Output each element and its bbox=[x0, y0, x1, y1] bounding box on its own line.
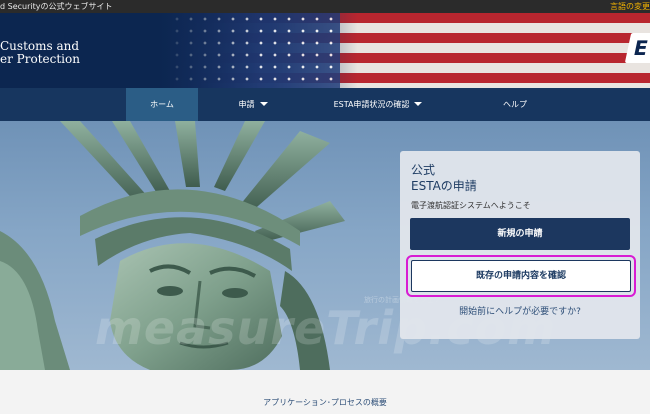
top-utility-bar: d Securityの公式ウェブサイト 言語の変更 bbox=[0, 0, 650, 13]
new-application-button[interactable]: 新規の申請 bbox=[410, 218, 630, 250]
chevron-down-icon bbox=[259, 102, 268, 106]
card-subtitle: 電子渡航認証システムへようこそ bbox=[411, 201, 531, 210]
site-header: Customs and er Protection E bbox=[0, 13, 650, 88]
process-overview-section: アプリケーション･プロセスの概要 bbox=[0, 370, 650, 414]
nav-item-apply[interactable]: 申請 bbox=[222, 88, 284, 121]
esta-logo[interactable]: E bbox=[624, 33, 650, 63]
change-language-link[interactable]: 言語の変更 bbox=[610, 0, 650, 13]
application-process-overview-link[interactable]: アプリケーション･プロセスの概要 bbox=[0, 397, 650, 408]
nav-item-label: 申請 bbox=[238, 100, 255, 109]
check-existing-application-button[interactable]: 既存の申請内容を確認 bbox=[411, 260, 631, 292]
nav-item-label: ESTA申請状況の確認 bbox=[333, 100, 410, 109]
nav-item-help[interactable]: ヘルプ bbox=[490, 88, 540, 121]
esta-logo-letter: E bbox=[631, 36, 650, 60]
help-before-start-link[interactable]: 開始前にヘルプが必要ですか? bbox=[400, 304, 640, 317]
chevron-down-icon bbox=[414, 102, 423, 106]
nav-item-check-status[interactable]: ESTA申請状況の確認 bbox=[312, 88, 444, 121]
nav-item-home[interactable]: ホーム bbox=[126, 88, 198, 121]
brand-text-line2[interactable]: er Protection bbox=[0, 52, 80, 66]
hero-section: measureTrip.com 旅行の計画情報をシェア 公式 ESTAの申請 電… bbox=[0, 121, 650, 370]
nav-item-label: ホーム bbox=[150, 100, 174, 109]
nav-item-label: ヘルプ bbox=[503, 100, 527, 109]
card-title-official: 公式 bbox=[411, 163, 436, 177]
brand-text-line1[interactable]: Customs and bbox=[0, 39, 79, 53]
main-navigation: ホーム 申請 ESTA申請状況の確認 ヘルプ bbox=[0, 88, 650, 121]
card-title-esta: ESTAの申請 bbox=[411, 179, 477, 193]
esta-welcome-card: 公式 ESTAの申請 電子渡航認証システムへようこそ 新規の申請 既存の申請内容… bbox=[400, 151, 640, 339]
official-site-notice: d Securityの公式ウェブサイト bbox=[0, 2, 113, 11]
